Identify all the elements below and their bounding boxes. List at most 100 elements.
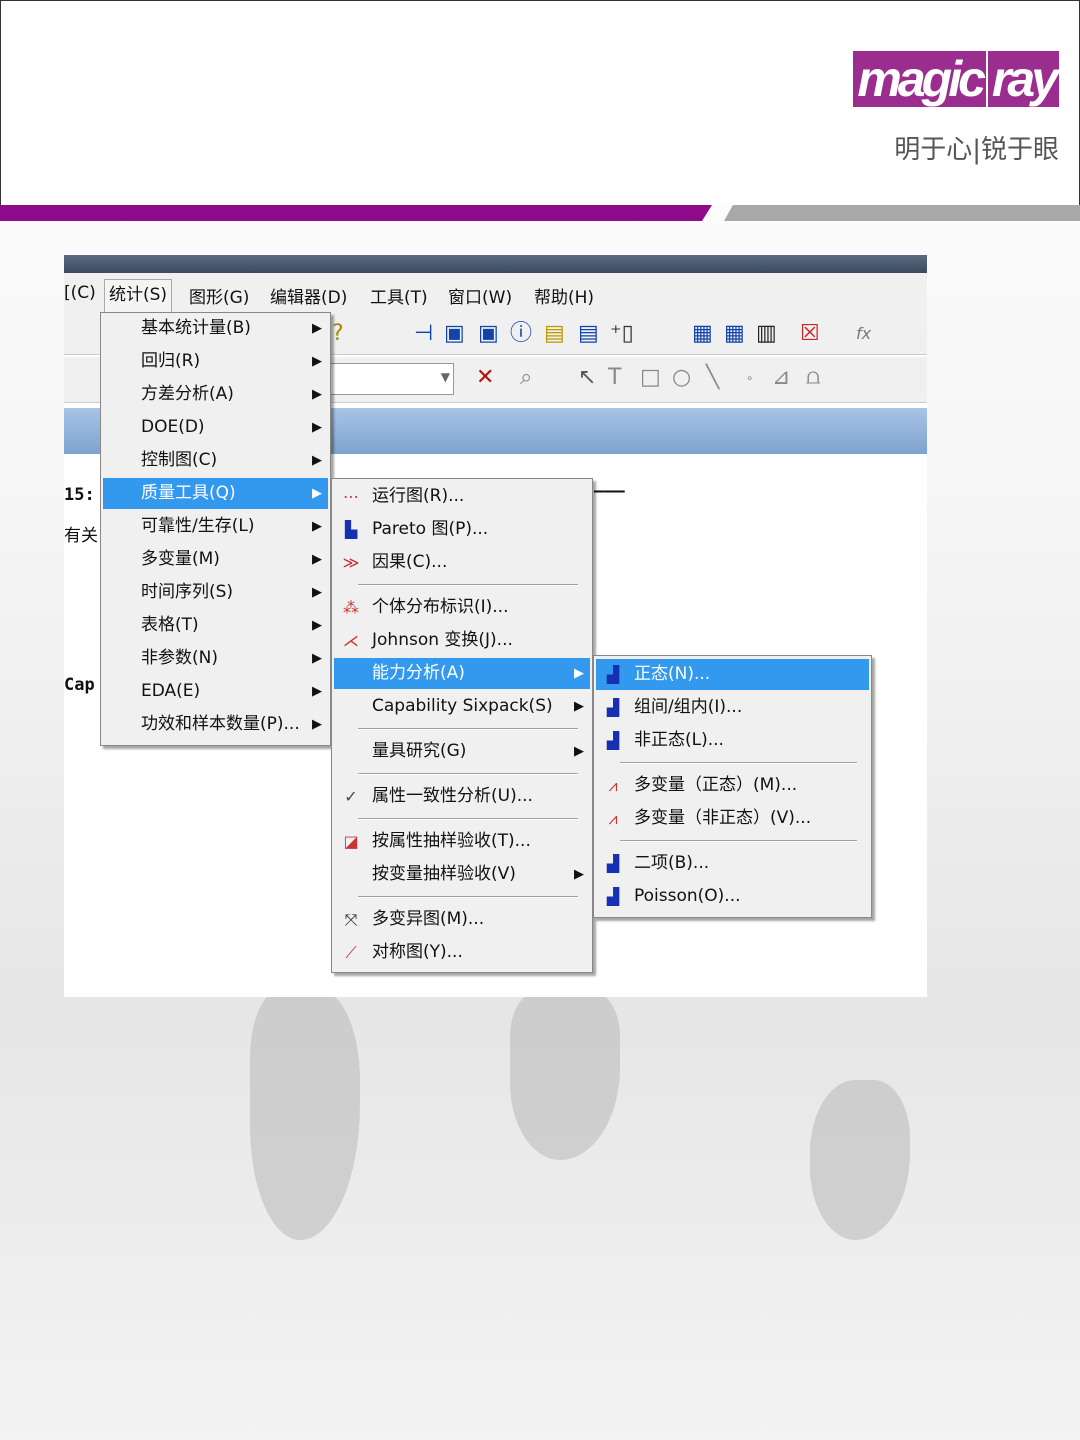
columns-icon[interactable]: ▥ [756,321,777,347]
menu-item[interactable]: ▟ 组间/组内(I)... [596,692,869,723]
map-shape [250,990,360,1240]
graph-select[interactable]: ▼ [330,363,454,395]
polygon-icon[interactable]: ⩍ [806,365,820,391]
report-icon[interactable]: ▤ [578,321,599,347]
grid-icon[interactable]: ▦ [724,321,745,347]
pointer-icon[interactable]: ↖ [578,365,596,391]
stat-menu-item[interactable]: 回归(R) ▶ [103,346,328,377]
stat-menu-item[interactable]: 多变量(M) ▶ [103,544,328,575]
menu-item[interactable]: ⁂ 个体分布标识(I)... [334,592,590,623]
zoom-icon[interactable]: ⌕ [520,365,532,391]
symmetry-plot-icon: ⟋ [345,943,357,962]
menu-item[interactable]: 按变量抽样验收(V) ▶ [334,859,590,890]
purple-divider [0,205,712,221]
logo-brand: magic [853,51,986,107]
menu-help[interactable]: 帮助(H) [534,283,594,308]
menu-item[interactable]: ✓ 属性一致性分析(U)... [334,781,590,812]
menu-item[interactable]: ▟ 非正态(L)... [596,725,869,756]
menu-separator [358,896,578,898]
session-icon[interactable]: ▤ [544,321,565,347]
stat-menu-item[interactable]: 功效和样本数量(P)... ▶ [103,709,328,740]
menu-item-label: 多变量（非正态）(V)... [634,808,812,828]
line-icon[interactable]: ╲ [706,365,719,391]
menu-tools[interactable]: 工具(T) [370,283,428,308]
johnson-icon: ⋌ [343,631,359,650]
window-icon[interactable]: ▣ [444,321,465,347]
menu-item-label: 质量工具(Q) [141,483,236,503]
menu-editor[interactable]: 编辑器(D) [270,283,347,308]
menu-item[interactable]: ▟ Poisson(O)... [596,881,869,912]
stat-menu-item[interactable]: 非参数(N) ▶ [103,643,328,674]
menu-item[interactable]: ▙ Pareto 图(P)... [334,514,590,545]
submenu-arrow-icon: ▶ [312,552,322,567]
menu-item[interactable]: Capability Sixpack(S) ▶ [334,691,590,722]
menu-item-label: 多变量（正态）(M)... [634,775,798,795]
menu-item-label: 表格(T) [141,615,199,635]
stat-menu-item[interactable]: 质量工具(Q) ▶ [103,478,328,509]
menu-item-label: 运行图(R)... [372,486,465,506]
menu-item[interactable]: ⤧ 多变异图(M)... [334,904,590,935]
stat-menu: 基本统计量(B) ▶ 回归(R) ▶ 方差分析(A) ▶ DOE(D) ▶ 控制图(C) ▶ 质量工… [100,312,331,746]
quality-tools-menu: ⋯ 运行图(R)... ▙ Pareto 图(P)... ≫ 因果(C)... ⁂ 个体分布标… [331,478,593,973]
menu-item[interactable]: 量具研究(G) ▶ [334,736,590,767]
menu-item[interactable]: ≫ 因果(C)... [334,547,590,578]
menu-item-label: 量具研究(G) [372,741,467,761]
polyline-icon[interactable]: ⊿ [772,365,790,391]
window-icon[interactable]: ▣ [478,321,499,347]
stat-menu-item[interactable]: EDA(E) ▶ [103,676,328,707]
fx-icon[interactable]: fx [856,321,871,347]
capability-analysis-item[interactable]: 能力分析(A) ▶ [334,658,590,689]
grey-divider [724,205,1080,221]
menu-item[interactable]: ⋌ Johnson 变换(J)... [334,625,590,656]
submenu-arrow-icon: ▶ [312,717,322,732]
cause-effect-icon: ≫ [342,553,360,572]
session-text: ——— [594,481,625,501]
chevron-down-icon: ▼ [440,370,450,384]
menu-item-label: 属性一致性分析(U)... [372,786,533,806]
stat-menu-item[interactable]: DOE(D) ▶ [103,412,328,443]
menu-window[interactable]: 窗口(W) [448,283,512,308]
menu-item[interactable]: ⋯ 运行图(R)... [334,481,590,512]
multivariable-nonnormal-icon: ⩘ [608,809,618,828]
multivariable-normal-icon: ⩘ [608,776,618,795]
submenu-arrow-icon: ▶ [312,486,322,501]
info-icon[interactable]: ⓘ [510,321,532,347]
worksheet-icon[interactable]: ▦ [692,321,713,347]
stat-menu-item[interactable]: 可靠性/生存(L) ▶ [103,511,328,542]
menu-item[interactable]: ⩘ 多变量（非正态）(V)... [596,803,869,834]
acceptance-sampling-icon: ◪ [343,832,359,851]
stat-menu-item[interactable]: 控制图(C) ▶ [103,445,328,476]
menu-item[interactable]: ▟ 二项(B)... [596,848,869,879]
session-text: 有关 [64,526,98,546]
menu-stat[interactable]: 统计(S) [104,279,173,313]
submenu-arrow-icon: ▶ [574,666,584,681]
menu-item-label: 多变异图(M)... [372,909,485,929]
submenu-arrow-icon: ▶ [312,321,322,336]
rectangle-icon[interactable]: □ [640,365,661,391]
text-tool-icon[interactable]: T [608,365,621,391]
menu-graph[interactable]: 图形(G) [189,283,249,308]
menu-item[interactable]: ⟋ 对称图(Y)... [334,937,590,968]
stat-menu-item[interactable]: 基本统计量(B) ▶ [103,313,328,344]
menu-item-label: 控制图(C) [141,450,218,470]
toolbar-icon[interactable]: ⊣ [414,321,433,347]
menu-item-label: 因果(C)... [372,552,448,572]
ellipse-icon[interactable]: ○ [672,365,691,391]
menu-item[interactable]: ⩘ 多变量（正态）(M)... [596,770,869,801]
menu-item[interactable]: ▟ 正态(N)... [596,659,869,690]
menu-item[interactable]: ◪ 按属性抽样验收(T)... [334,826,590,857]
menu-item-label: 正态(N)... [634,664,711,684]
add-icon[interactable]: ⁺▯ [610,321,634,347]
help-icon[interactable]: ? [332,321,344,347]
close-graphs-icon[interactable]: ☒ [800,321,820,347]
stat-menu-item[interactable]: 方差分析(A) ▶ [103,379,328,410]
stat-menu-item[interactable]: 表格(T) ▶ [103,610,328,641]
delete-icon[interactable]: ✕ [476,365,494,391]
submenu-arrow-icon: ▶ [312,684,322,699]
stat-menu-item[interactable]: 时间序列(S) ▶ [103,577,328,608]
menu-item-label: 基本统计量(B) [141,318,251,338]
point-icon[interactable]: ∘ [746,365,754,391]
menu-item-label: 按属性抽样验收(T)... [372,831,531,851]
menu-item-label: Poisson(O)... [634,886,741,906]
menu-calc[interactable]: [(C) [64,283,96,303]
